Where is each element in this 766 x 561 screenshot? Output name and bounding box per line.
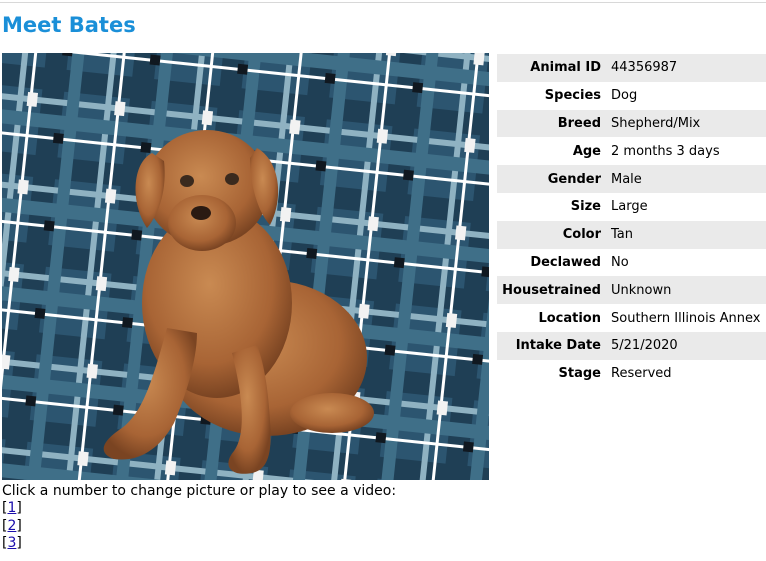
detail-row-breed: Breed Shepherd/Mix	[497, 109, 766, 138]
picture-link-item: [3]	[2, 535, 22, 551]
detail-row-declawed: Declawed No	[497, 249, 766, 277]
detail-value: Tan	[607, 220, 766, 249]
detail-label: Age	[572, 143, 601, 159]
detail-row-housetrained: Housetrained Unknown	[497, 276, 766, 305]
detail-value: 5/21/2020	[607, 331, 766, 360]
detail-value: 44356987	[607, 54, 766, 82]
detail-label: Stage	[558, 366, 601, 382]
detail-row-species: Species Dog	[497, 82, 766, 110]
detail-value: Unknown	[607, 276, 766, 305]
detail-value: Southern Illinois Annex	[611, 310, 761, 326]
detail-label: Housetrained	[497, 276, 607, 305]
picture-link-2[interactable]: 2	[7, 518, 16, 534]
detail-row-color: Color Tan	[497, 220, 766, 249]
detail-value: Reserved	[611, 366, 672, 382]
detail-label: Breed	[497, 109, 607, 138]
detail-label: Intake Date	[497, 331, 607, 360]
detail-value: Dog	[611, 88, 638, 104]
detail-value: No	[611, 254, 629, 270]
detail-row-stage: Stage Reserved	[497, 360, 766, 388]
picture-caption: Click a number to change picture or play…	[2, 483, 397, 499]
picture-links: [1] [2] [3]	[2, 500, 22, 553]
picture-link-item: [2]	[2, 517, 22, 534]
picture-link-1[interactable]: 1	[7, 500, 16, 516]
detail-value: Male	[607, 165, 766, 193]
detail-value: Large	[611, 199, 648, 215]
detail-label: Animal ID	[497, 54, 607, 82]
detail-row-animal-id: Animal ID 44356987	[497, 54, 766, 82]
detail-label: Color	[497, 220, 607, 249]
pet-photo	[2, 53, 489, 480]
page-title: Meet Bates	[2, 13, 136, 37]
detail-row-intake-date: Intake Date 5/21/2020	[497, 331, 766, 360]
detail-row-gender: Gender Male	[497, 165, 766, 193]
detail-label: Size	[570, 199, 601, 215]
detail-label: Gender	[497, 165, 607, 193]
detail-label: Declawed	[530, 254, 601, 270]
detail-label: Location	[538, 310, 601, 326]
detail-label: Species	[544, 88, 601, 104]
detail-value: 2 months 3 days	[611, 143, 720, 159]
detail-row-size: Size Large	[497, 193, 766, 221]
picture-link-3[interactable]: 3	[7, 535, 16, 551]
detail-row-age: Age 2 months 3 days	[497, 137, 766, 165]
detail-row-location: Location Southern Illinois Annex	[497, 304, 766, 332]
pet-details-table: Animal ID 44356987 Species Dog Breed She…	[497, 54, 766, 388]
top-divider	[0, 2, 766, 3]
picture-link-item: [1]	[2, 500, 22, 516]
detail-value: Shepherd/Mix	[607, 109, 766, 138]
